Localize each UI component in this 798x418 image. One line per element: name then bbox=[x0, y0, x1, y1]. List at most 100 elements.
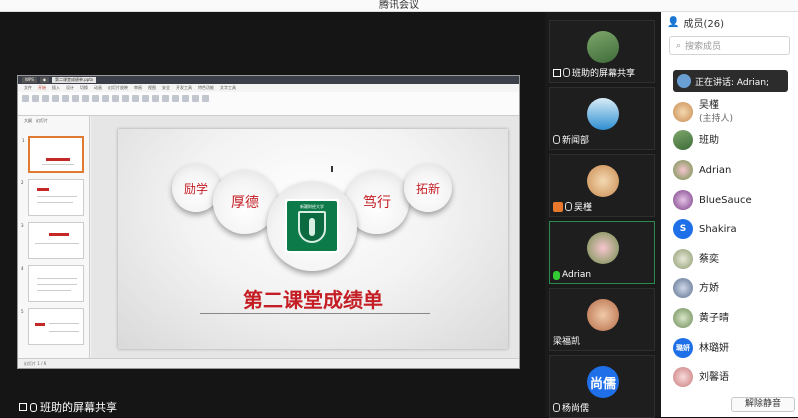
menu-security[interactable]: 安全 bbox=[162, 84, 170, 92]
slide-thumbnail-2[interactable]: 2 bbox=[21, 179, 84, 216]
avatar bbox=[587, 232, 619, 264]
font-color-icon[interactable] bbox=[112, 95, 119, 102]
align-left-icon[interactable] bbox=[122, 95, 129, 102]
app-tab[interactable]: WPS bbox=[22, 77, 37, 83]
member-name: 班助 bbox=[699, 134, 719, 146]
member-item[interactable]: 黄子晴 bbox=[673, 306, 729, 330]
app-tab[interactable]: ◆ bbox=[39, 77, 49, 83]
app-ribbon bbox=[18, 92, 519, 116]
member-name: BlueSauce bbox=[699, 194, 752, 206]
paste-icon[interactable] bbox=[22, 95, 29, 102]
new-slide-icon[interactable] bbox=[62, 95, 69, 102]
screen-share-icon bbox=[19, 403, 27, 411]
avatar bbox=[587, 299, 619, 331]
member-name: Adrian bbox=[699, 164, 732, 176]
video-tile[interactable]: 尚儒 杨尚儒 bbox=[549, 355, 655, 418]
member-search-input[interactable]: ⌕ 搜索成员 bbox=[669, 36, 790, 55]
speaking-indicator: 正在讲话: Adrian; bbox=[673, 70, 788, 92]
menu-file[interactable]: 文件 bbox=[24, 84, 32, 92]
menu-slideshow[interactable]: 幻灯片放映 bbox=[108, 84, 128, 92]
video-tile-active-speaker[interactable]: Adrian bbox=[549, 221, 655, 284]
arrange-icon[interactable] bbox=[192, 95, 199, 102]
member-item[interactable]: Adrian bbox=[673, 158, 731, 182]
slide-editor-canvas[interactable]: 励学 厚德 笃行 拓新 新疆财经大学 第二课堂成绩单 bbox=[91, 116, 519, 360]
mouse-cursor-icon bbox=[331, 166, 335, 172]
member-name: 方娇 bbox=[699, 282, 719, 294]
member-name: 蔡奕 bbox=[699, 253, 719, 265]
mic-active-icon bbox=[553, 270, 560, 280]
slide-thumbnail-panel: 大纲 幻灯片 1 2 3 4 5 bbox=[18, 116, 90, 360]
copy-icon[interactable] bbox=[42, 95, 49, 102]
tile-name: Adrian bbox=[562, 270, 592, 280]
shape-icon[interactable] bbox=[162, 95, 169, 102]
video-tile[interactable]: 新闻部 bbox=[549, 87, 655, 150]
video-tile-strip: 班助的屏幕共享 新闻部 吴槿 Adrian 梁福凯 尚儒 杨尚儒 bbox=[545, 12, 661, 418]
avatar bbox=[673, 367, 693, 387]
bold-icon[interactable] bbox=[82, 95, 89, 102]
format-painter-icon[interactable] bbox=[52, 95, 59, 102]
tile-name: 新闻部 bbox=[562, 136, 590, 146]
tab-slides[interactable]: 幻灯片 bbox=[36, 118, 48, 124]
app-tab-active[interactable]: 第二课堂成绩单.pptx bbox=[51, 77, 97, 83]
slide-title: 第二课堂成绩单 bbox=[243, 288, 383, 312]
member-item[interactable]: 刘馨语 bbox=[673, 365, 729, 389]
member-item[interactable]: 璐妍 林璐妍 bbox=[673, 336, 729, 360]
menu-home[interactable]: 开始 bbox=[38, 84, 46, 92]
slide-thumbnail-5[interactable]: 5 bbox=[21, 308, 84, 345]
mic-muted-icon bbox=[563, 68, 570, 77]
cut-icon[interactable] bbox=[32, 95, 39, 102]
menu-developer[interactable]: 开发工具 bbox=[176, 84, 192, 92]
italic-icon[interactable] bbox=[92, 95, 99, 102]
menu-insert[interactable]: 插入 bbox=[52, 84, 60, 92]
picture-icon[interactable] bbox=[172, 95, 179, 102]
screen-share-label: 班助的屏幕共享 bbox=[19, 399, 117, 415]
title-underline bbox=[200, 313, 430, 314]
menu-text-tools[interactable]: 文字工具 bbox=[220, 84, 236, 92]
app-tab-bar: WPS ◆ 第二课堂成绩单.pptx bbox=[18, 76, 519, 84]
person-icon: 👤 bbox=[667, 16, 680, 28]
slide-thumbnail-4[interactable]: 4 bbox=[21, 265, 84, 302]
menu-transition[interactable]: 切换 bbox=[80, 84, 88, 92]
unmute-all-button[interactable]: 解除静音 bbox=[731, 397, 795, 412]
avatar bbox=[673, 190, 693, 210]
search-placeholder: 搜索成员 bbox=[685, 42, 722, 52]
app-status-bar: 幻灯片 1 / 6 bbox=[18, 358, 519, 368]
textbox-icon[interactable] bbox=[182, 95, 189, 102]
member-item[interactable]: S Shakira bbox=[673, 217, 737, 241]
find-icon[interactable] bbox=[202, 95, 209, 102]
member-role: (主持人) bbox=[699, 114, 734, 124]
menu-view[interactable]: 视图 bbox=[148, 84, 156, 92]
screen-share-icon bbox=[553, 68, 561, 77]
menu-animation[interactable]: 动画 bbox=[94, 84, 102, 92]
member-item[interactable]: BlueSauce bbox=[673, 188, 752, 212]
video-tile[interactable]: 梁福凯 bbox=[549, 288, 655, 351]
align-center-icon[interactable] bbox=[132, 95, 139, 102]
member-item[interactable]: 吴槿 (主持人) bbox=[673, 100, 733, 124]
member-item[interactable]: 方娇 bbox=[673, 276, 719, 300]
speaking-text: 正在讲话: Adrian; bbox=[695, 77, 770, 88]
align-right-icon[interactable] bbox=[142, 95, 149, 102]
menu-features[interactable]: 特色功能 bbox=[198, 84, 214, 92]
video-tile[interactable]: 班助的屏幕共享 bbox=[549, 20, 655, 83]
bullet-list-icon[interactable] bbox=[152, 95, 159, 102]
slide-thumbnail-1[interactable]: 1 bbox=[22, 136, 84, 173]
slide-counter: 幻灯片 1 / 6 bbox=[24, 361, 47, 366]
layout-icon[interactable] bbox=[72, 95, 79, 102]
member-item[interactable]: 蔡奕 bbox=[673, 247, 719, 271]
app-menu-bar: 文件 开始 插入 设计 切换 动画 幻灯片放映 审阅 视图 安全 开发工具 特色… bbox=[18, 84, 519, 92]
window-title: 腾讯会议 bbox=[379, 0, 419, 11]
member-item[interactable]: 班助 bbox=[673, 128, 719, 152]
slide-thumbnail-3[interactable]: 3 bbox=[21, 222, 84, 259]
speaker-avatar bbox=[677, 74, 691, 88]
menu-review[interactable]: 审阅 bbox=[134, 84, 142, 92]
underline-icon[interactable] bbox=[102, 95, 109, 102]
avatar bbox=[673, 249, 693, 269]
mic-muted-icon bbox=[565, 202, 572, 211]
members-count: 成员(26) bbox=[683, 18, 724, 30]
avatar bbox=[673, 278, 693, 298]
presentation-app-window: WPS ◆ 第二课堂成绩单.pptx 文件 开始 插入 设计 切换 动画 幻灯片… bbox=[17, 75, 520, 369]
menu-design[interactable]: 设计 bbox=[66, 84, 74, 92]
video-tile[interactable]: 吴槿 bbox=[549, 154, 655, 217]
window-titlebar: 腾讯会议 bbox=[0, 0, 798, 12]
tab-outline[interactable]: 大纲 bbox=[24, 118, 32, 124]
